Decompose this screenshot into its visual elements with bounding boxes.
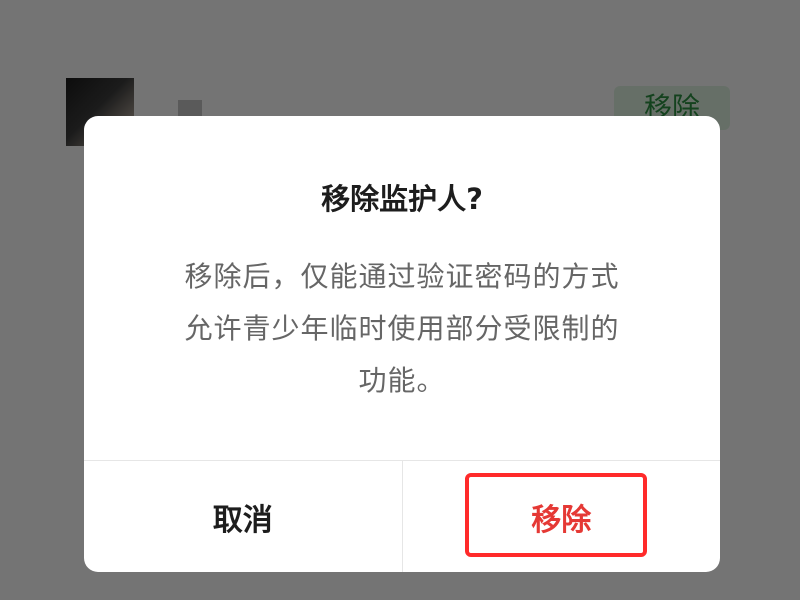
dialog-body: 移除后，仅能通过验证密码的方式 允许青少年临时使用部分受限制的 功能。	[140, 251, 664, 407]
dialog-body-line: 功能。	[358, 364, 446, 397]
dialog-body-line: 移除后，仅能通过验证密码的方式	[184, 260, 620, 293]
confirm-remove-button[interactable]: 移除	[403, 461, 721, 572]
remove-guardian-dialog: 移除监护人? 移除后，仅能通过验证密码的方式 允许青少年临时使用部分受限制的 功…	[84, 116, 720, 572]
dialog-title: 移除监护人?	[321, 182, 483, 216]
dialog-body-line: 允许青少年临时使用部分受限制的	[184, 312, 620, 345]
cancel-button[interactable]: 取消	[84, 461, 403, 572]
confirm-remove-label: 移除	[531, 503, 592, 538]
dialog-actions: 取消 移除	[84, 460, 720, 572]
